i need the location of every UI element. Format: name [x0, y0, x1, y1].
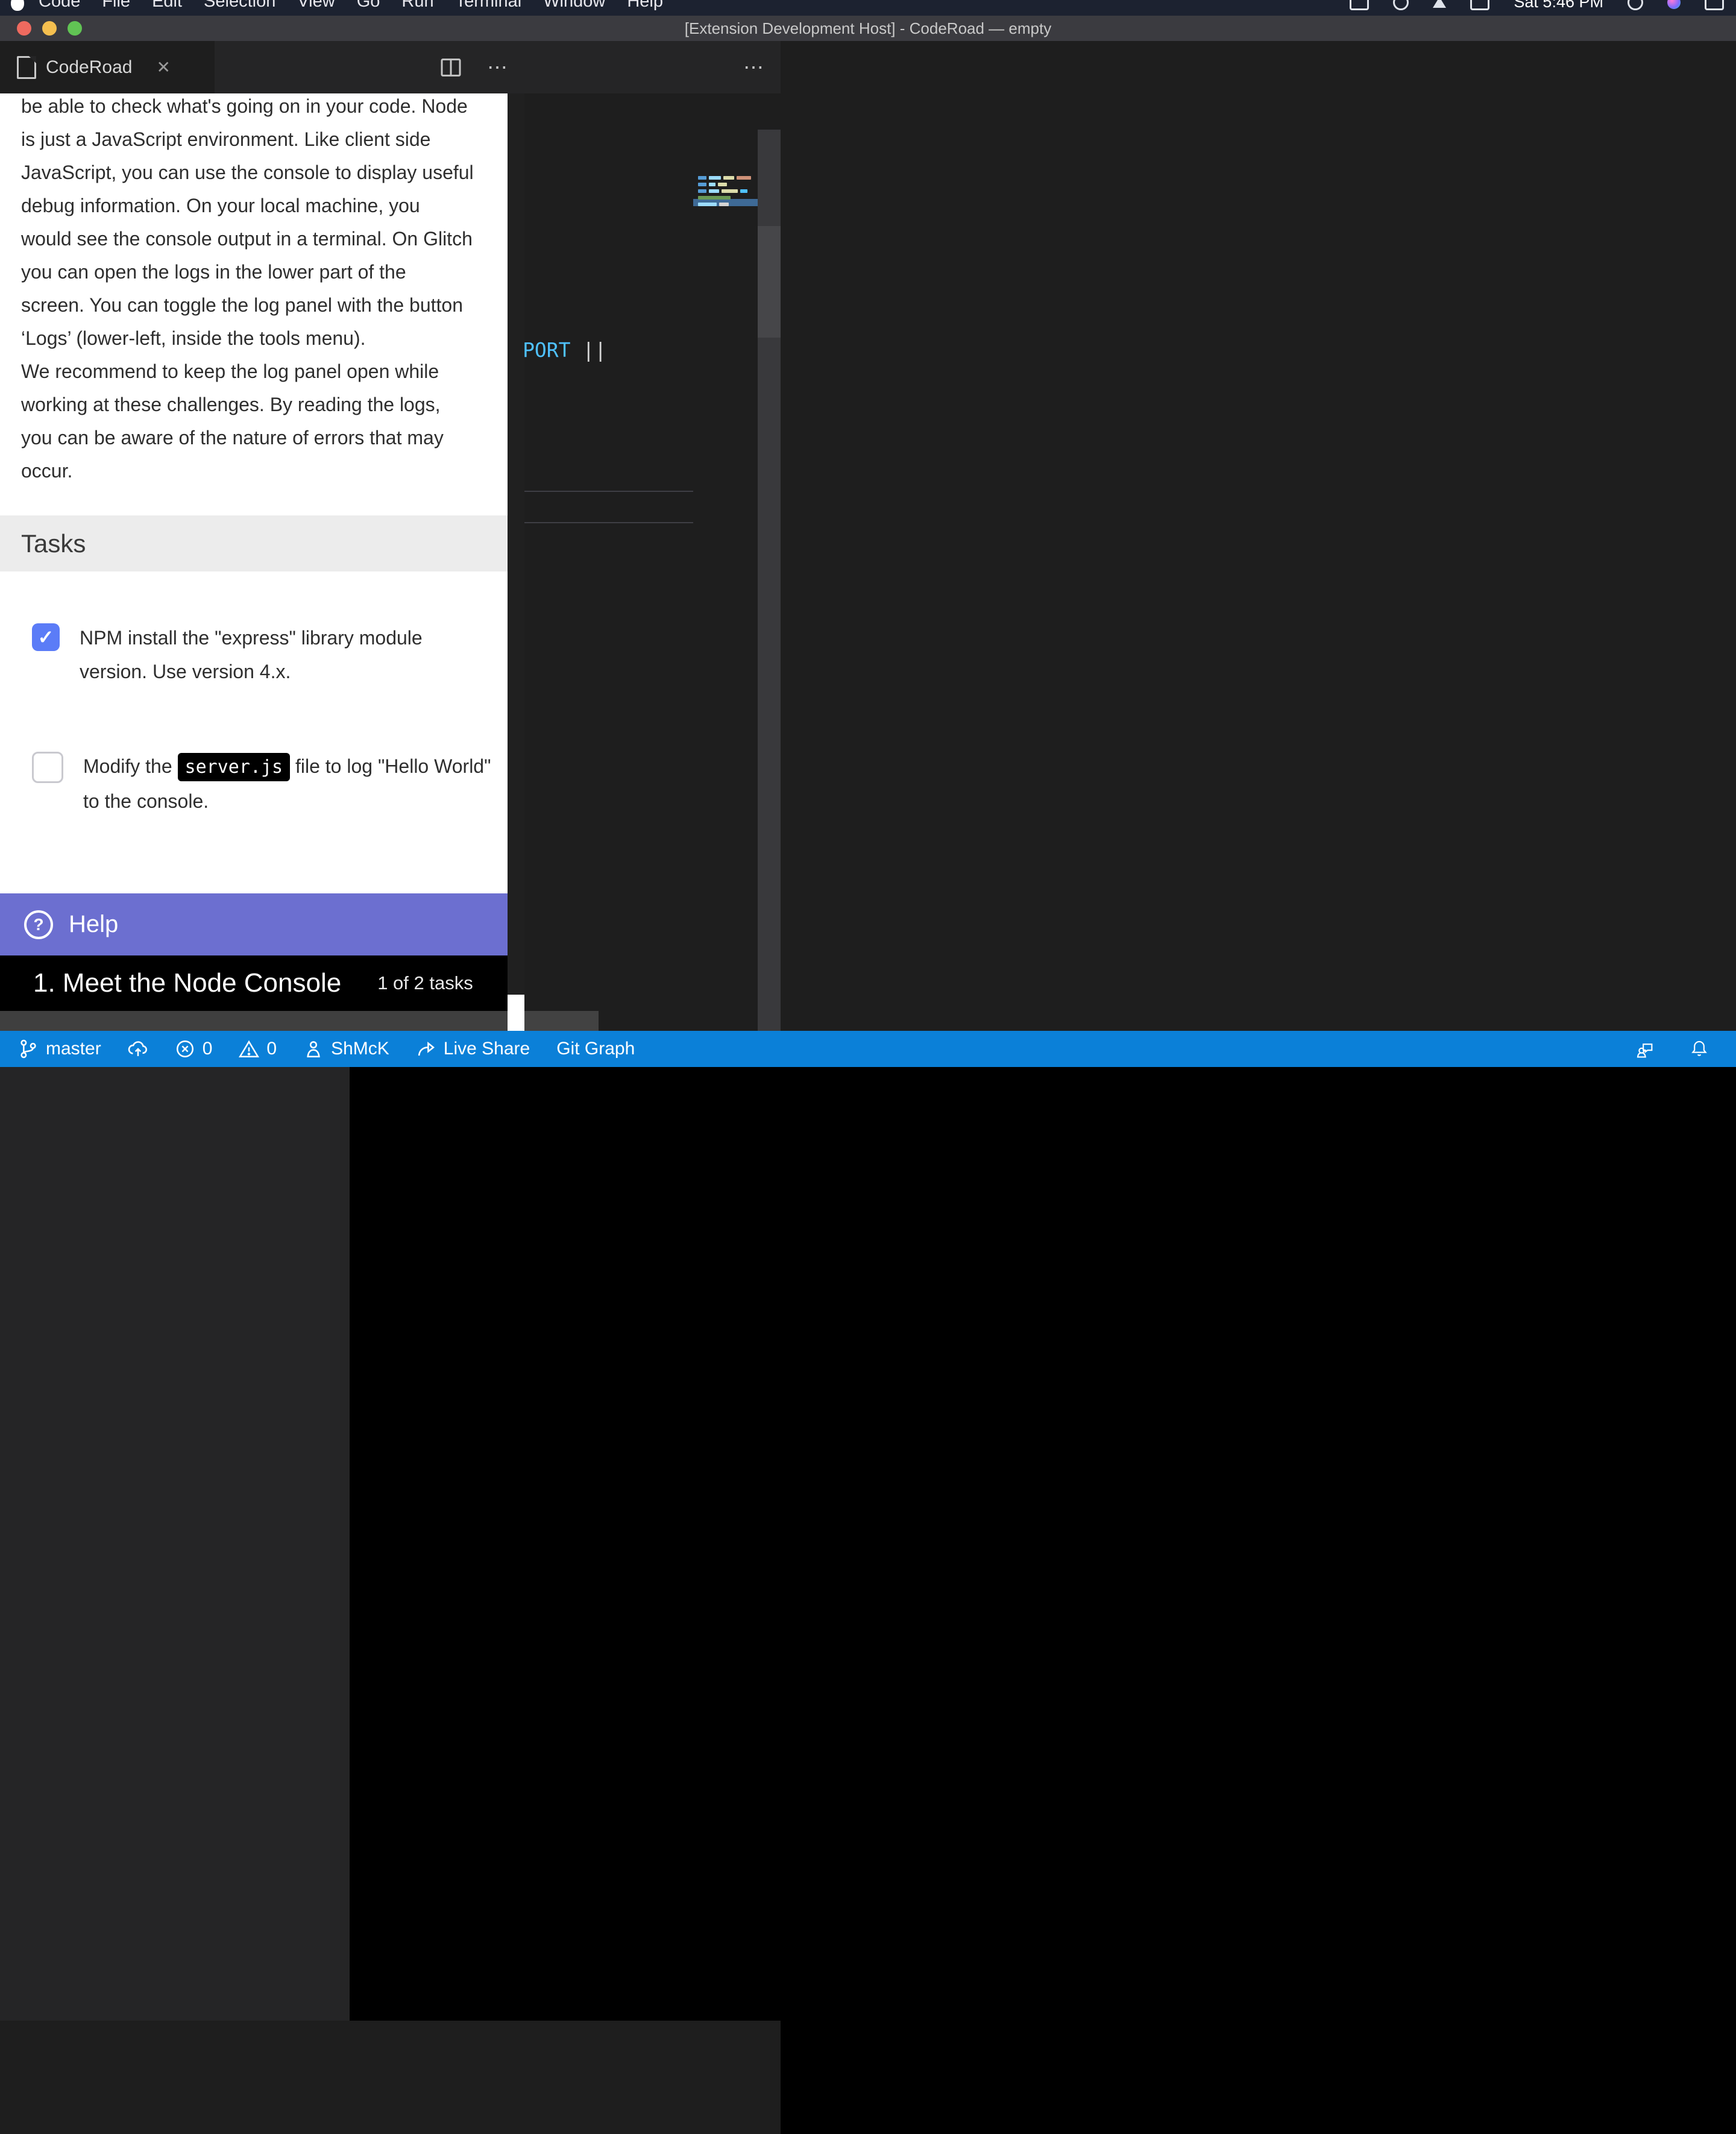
window-title-bar: [Extension Development Host] - CodeRoad …: [0, 16, 1736, 42]
menu-item-window[interactable]: Window: [543, 0, 605, 11]
tab-coderoad[interactable]: CodeRoad ✕: [0, 41, 215, 93]
control-center-icon[interactable]: [1705, 0, 1724, 10]
apple-menu-icon[interactable]: [11, 0, 24, 11]
menu-item-terminal[interactable]: Terminal: [456, 0, 522, 11]
file-icon: [17, 56, 36, 79]
task-checkbox[interactable]: [32, 752, 63, 783]
menu-status-icons: Sat 5:46 PM: [1350, 0, 1724, 11]
status-bell-icon[interactable]: [1689, 1039, 1709, 1059]
vertical-scrollbar[interactable]: [758, 130, 781, 1031]
editor-group: JS server.js ✕ ⋯ src›JSserver.js›… You, …: [0, 2021, 781, 2134]
menu-item-file[interactable]: File: [102, 0, 130, 11]
help-section-bar[interactable]: ? Help: [0, 893, 508, 955]
status-shmck[interactable]: ShMcK: [303, 1039, 389, 1059]
webview-scrollbar[interactable]: [508, 93, 524, 995]
status-master[interactable]: master: [18, 1039, 101, 1059]
menu-items: Code File Edit Selection View Go Run Terminal Wi…: [39, 0, 663, 11]
spotlight-icon[interactable]: [1628, 0, 1643, 10]
task-text: NPM install the "express" library module…: [80, 621, 489, 688]
update-icon[interactable]: [1393, 0, 1409, 10]
lesson-footer[interactable]: 1. Meet the Node Console 1 of 2 tasks: [0, 955, 508, 1011]
tasks-section-header: Tasks: [0, 515, 508, 571]
task-progress: 1 of 2 tasks: [377, 972, 473, 994]
play-icon[interactable]: [1433, 0, 1446, 8]
tab-label: CodeRoad: [46, 57, 132, 78]
task-checkbox[interactable]: ✓: [32, 623, 60, 651]
task-item: Modify the server.js file to log "Hello …: [32, 749, 493, 818]
close-tab-icon[interactable]: ✕: [156, 57, 170, 77]
display-icon[interactable]: [1350, 0, 1369, 10]
lesson-title: 1. Meet the Node Console: [33, 968, 341, 998]
task-text: Modify the server.js file to log "Hello …: [83, 749, 493, 818]
more-actions-icon[interactable]: ⋯: [743, 55, 764, 80]
macos-menu-bar: Code File Edit Selection View Go Run Terminal Wi…: [0, 0, 1736, 16]
inline-code: server.js: [178, 753, 291, 781]
footer-strip: [0, 1011, 508, 1031]
webview-scrollbar-corner: [508, 995, 524, 1031]
lesson-text: be able to check what's going on in your…: [21, 93, 497, 488]
menu-item-edit[interactable]: Edit: [152, 0, 182, 11]
explorer-sidebar: EXPLORER › OPEN EDITORS GROUP 1JSserver.…: [0, 1031, 350, 2021]
status-live-share[interactable]: Live Share: [416, 1039, 530, 1059]
menu-item-run[interactable]: Run: [401, 0, 433, 11]
minimap[interactable]: [693, 133, 758, 1031]
task-item: ✓ NPM install the "express" library modul…: [32, 621, 489, 688]
battery-icon: [1470, 0, 1489, 10]
more-actions-icon[interactable]: ⋯: [487, 55, 508, 80]
menu-item-code[interactable]: Code: [39, 0, 80, 11]
status-git-graph[interactable]: Git Graph: [556, 1039, 635, 1059]
siri-icon[interactable]: [1667, 0, 1681, 9]
status-publish-icon[interactable]: [128, 1039, 148, 1059]
status-bar: master 0 0 ShMcK Live Share Git Graph: [0, 1031, 1736, 1067]
help-question-icon: ?: [24, 910, 53, 939]
coderoad-webview: be able to check what's going on in your…: [0, 93, 524, 1031]
split-editor-icon[interactable]: [439, 55, 463, 80]
workbench: ⚙ EXPLORER › OPEN EDITORS GROUP 1JSserve…: [0, 41, 1736, 1031]
status-0[interactable]: 0: [239, 1039, 277, 1059]
menu-item-go[interactable]: Go: [357, 0, 380, 11]
menu-clock[interactable]: Sat 5:46 PM: [1514, 0, 1603, 11]
window-title: [Extension Development Host] - CodeRoad …: [0, 19, 1736, 38]
status-0[interactable]: 0: [175, 1039, 213, 1059]
menu-item-help[interactable]: Help: [627, 0, 663, 11]
status-feedback-icon[interactable]: [1635, 1039, 1655, 1059]
menu-item-view[interactable]: View: [297, 0, 335, 11]
coderoad-tab-bar: CodeRoad ✕ ⋯: [0, 41, 524, 93]
menu-item-selection[interactable]: Selection: [204, 0, 275, 11]
